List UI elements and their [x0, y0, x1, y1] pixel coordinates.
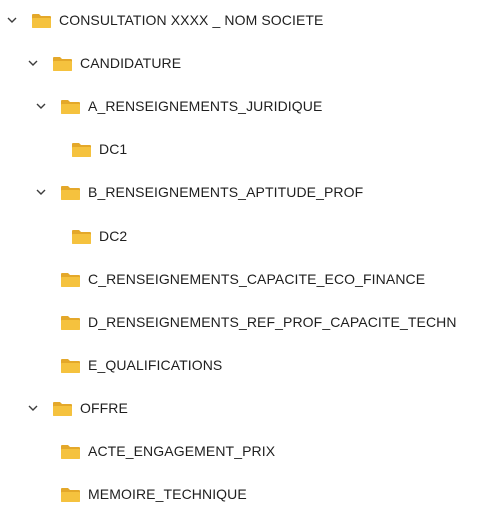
chevron-down-icon[interactable]: [27, 57, 39, 69]
tree-node-label: D_RENSEIGNEMENTS_REF_PROF_CAPACITE_TECHN: [88, 314, 457, 330]
tree-node-c-renseignements-capacite-eco-finance[interactable]: C_RENSEIGNEMENTS_CAPACITE_ECO_FINANCE: [61, 267, 425, 291]
folder-icon: [61, 315, 80, 330]
folder-icon: [61, 272, 80, 287]
tree-node-label: CANDIDATURE: [80, 55, 182, 71]
tree-node-label: A_RENSEIGNEMENTS_JURIDIQUE: [88, 98, 323, 114]
folder-icon: [61, 99, 80, 114]
folder-icon: [53, 401, 72, 416]
tree-node-label: E_QUALIFICATIONS: [88, 357, 223, 373]
chevron-down-icon[interactable]: [27, 402, 39, 414]
tree-node-label: B_RENSEIGNEMENTS_APTITUDE_PROF: [88, 184, 364, 200]
folder-icon: [61, 444, 80, 459]
chevron-down-icon[interactable]: [6, 14, 18, 26]
tree-node-consultation[interactable]: CONSULTATION XXXX _ NOM SOCIETE: [6, 8, 323, 32]
folder-icon: [72, 229, 91, 244]
chevron-down-icon[interactable]: [35, 100, 47, 112]
folder-icon: [61, 487, 80, 502]
tree-node-label: OFFRE: [80, 400, 128, 416]
folder-icon: [61, 185, 80, 200]
folder-icon: [72, 142, 91, 157]
tree-node-candidature[interactable]: CANDIDATURE: [27, 51, 181, 75]
tree-node-b-renseignements-aptitude-prof[interactable]: B_RENSEIGNEMENTS_APTITUDE_PROF: [35, 180, 363, 204]
tree-node-offre[interactable]: OFFRE: [27, 396, 128, 420]
folder-icon: [32, 13, 51, 28]
tree-node-a-renseignements-juridique[interactable]: A_RENSEIGNEMENTS_JURIDIQUE: [35, 94, 322, 118]
tree-node-memoire-technique[interactable]: MEMOIRE_TECHNIQUE: [61, 482, 247, 506]
tree-node-dc1[interactable]: DC1: [72, 137, 127, 161]
tree-node-e-qualifications[interactable]: E_QUALIFICATIONS: [61, 353, 222, 377]
tree-node-d-renseignements-ref-prof-capacite-techn[interactable]: D_RENSEIGNEMENTS_REF_PROF_CAPACITE_TECHN: [61, 310, 457, 334]
tree-node-label: ACTE_ENGAGEMENT_PRIX: [88, 443, 276, 459]
tree-node-label: C_RENSEIGNEMENTS_CAPACITE_ECO_FINANCE: [88, 271, 426, 287]
folder-icon: [61, 358, 80, 373]
tree-node-label: CONSULTATION XXXX _ NOM SOCIETE: [59, 12, 324, 28]
tree-node-acte-engagement-prix[interactable]: ACTE_ENGAGEMENT_PRIX: [61, 439, 275, 463]
tree-node-label: MEMOIRE_TECHNIQUE: [88, 486, 247, 502]
folder-icon: [53, 56, 72, 71]
tree-node-label: DC1: [99, 141, 128, 157]
folder-tree: CONSULTATION XXXX _ NOM SOCIETE CANDIDAT…: [0, 0, 481, 502]
tree-node-dc2[interactable]: DC2: [72, 224, 127, 248]
chevron-down-icon[interactable]: [35, 186, 47, 198]
tree-node-label: DC2: [99, 228, 128, 244]
